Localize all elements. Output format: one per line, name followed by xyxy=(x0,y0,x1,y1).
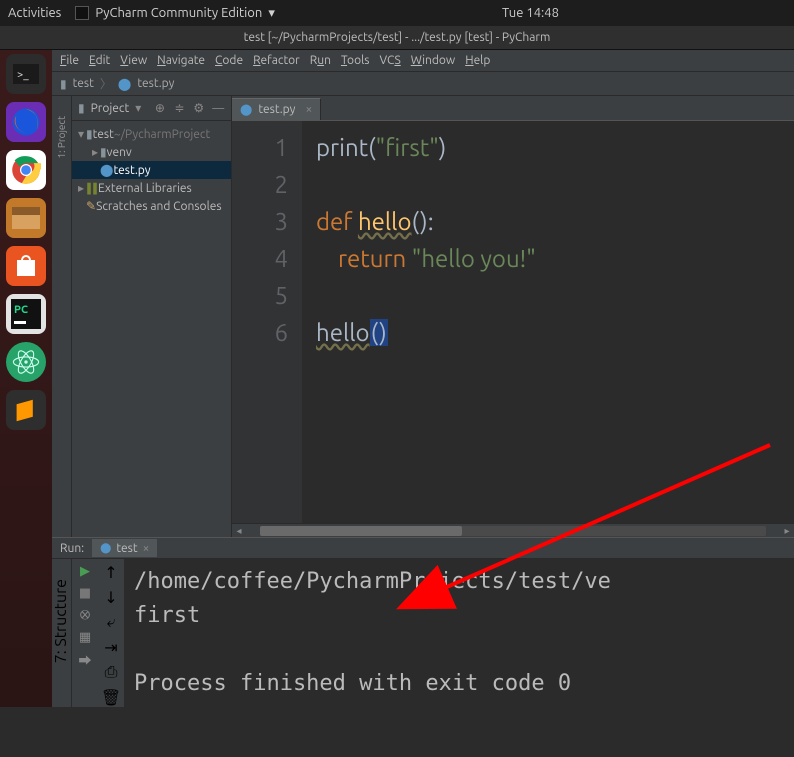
run-tool-window: Run: ⬤ test × 7: Structure ▶ ■ ⭙ ▦ ⮕ ↑ ↓… xyxy=(52,537,794,707)
editor-tabs: ⬤ test.py × xyxy=(232,96,794,121)
up-icon[interactable]: ↑ xyxy=(104,563,117,582)
layout-icon[interactable]: ▦ xyxy=(77,629,93,645)
code-area[interactable]: print("first") def hello(): return "hell… xyxy=(302,121,536,523)
main-menu: File Edit View Navigate Code Refactor Ru… xyxy=(52,50,794,72)
scroll-left-icon[interactable]: ◂ xyxy=(232,525,246,537)
sublime-icon xyxy=(13,397,39,423)
scroll-from-source-icon[interactable]: ⊕ xyxy=(153,101,166,115)
tree-row[interactable]: ▸ ∥∥ External Libraries xyxy=(72,179,231,197)
pycharm-app-icon: PC xyxy=(11,299,41,329)
breadcrumb-project[interactable]: test xyxy=(73,77,94,90)
hide-icon[interactable]: — xyxy=(212,101,225,115)
down-icon[interactable]: ↓ xyxy=(104,588,117,607)
menu-vcs[interactable]: VCS xyxy=(379,54,400,67)
ubuntu-top-panel: Activities PyCharm Community Edition ▾ T… xyxy=(0,0,794,26)
app-menu[interactable]: PyCharm Community Edition ▾ xyxy=(75,6,275,21)
project-tool-button[interactable]: 1: Project xyxy=(56,116,67,159)
menu-run[interactable]: Run xyxy=(310,54,331,67)
firefox-icon xyxy=(11,107,41,137)
editor: ⬤ test.py × 123456 print("first") def he… xyxy=(232,96,794,537)
tree-row[interactable]: ⬤ test.py xyxy=(72,161,231,179)
menu-edit[interactable]: Edit xyxy=(89,54,110,67)
rerun-icon[interactable]: ▶ xyxy=(77,563,93,579)
menu-file[interactable]: File xyxy=(60,54,79,67)
dock-sublime[interactable] xyxy=(6,390,46,430)
dock-software[interactable] xyxy=(6,246,46,286)
run-toolbar-secondary: ↑ ↓ ⤶ ⇥ ⎙ 🗑 xyxy=(98,559,124,707)
line-number-gutter: 123456 xyxy=(232,121,302,523)
folder-icon: ▮ xyxy=(60,77,67,91)
soft-wrap-icon[interactable]: ⤶ xyxy=(107,613,116,632)
editor-h-scrollbar[interactable]: ◂ ▸ xyxy=(232,523,794,537)
scroll-right-icon[interactable]: ▸ xyxy=(780,525,794,537)
exit-icon[interactable]: ⭙ xyxy=(77,607,93,623)
close-tab-icon[interactable]: × xyxy=(305,103,312,116)
menu-window[interactable]: Window xyxy=(411,54,455,67)
atom-icon xyxy=(12,348,40,376)
breadcrumb-separator: 〉 xyxy=(100,75,112,92)
left-tool-stripe: 1: Project xyxy=(52,96,72,537)
clear-icon[interactable]: 🗑 xyxy=(101,688,121,707)
print-icon[interactable]: ⎙ xyxy=(105,663,118,682)
breadcrumb-file[interactable]: test.py xyxy=(137,77,174,90)
scroll-end-icon[interactable]: ⇥ xyxy=(104,638,117,657)
svg-text:PC: PC xyxy=(14,304,28,316)
shopping-bag-icon xyxy=(14,254,38,278)
project-tree[interactable]: ▾ ▮ test ~/PycharmProject▸ ▮ venv ⬤ test… xyxy=(72,121,231,219)
run-console[interactable]: /home/coffee/PycharmProjects/test/ve fir… xyxy=(124,559,794,707)
svg-text:>_: >_ xyxy=(17,69,29,81)
stop-icon[interactable]: ■ xyxy=(77,585,93,601)
editor-tab-testpy[interactable]: ⬤ test.py × xyxy=(232,98,321,120)
dock-firefox[interactable] xyxy=(6,102,46,142)
navigation-bar[interactable]: ▮ test 〉 ⬤ test.py xyxy=(52,72,794,96)
menu-navigate[interactable]: Navigate xyxy=(157,54,205,67)
structure-tool-stripe: 7: Structure xyxy=(52,559,72,707)
chevron-down-icon[interactable]: ▾ xyxy=(135,101,141,115)
project-header: ▮ Project ▾ ⊕ ≑ ⚙ — xyxy=(72,96,231,121)
pin-icon[interactable]: ⮕ xyxy=(77,651,93,667)
close-icon[interactable]: × xyxy=(143,542,150,555)
python-file-icon: ⬤ xyxy=(240,103,252,116)
structure-tool-button[interactable]: 7: Structure xyxy=(52,579,70,663)
python-file-icon: ⬤ xyxy=(118,77,131,91)
python-file-icon: ⬤ xyxy=(100,542,111,554)
project-title: Project xyxy=(91,102,130,115)
pycharm-icon xyxy=(75,6,89,20)
scrollbar-thumb[interactable] xyxy=(260,526,462,536)
run-label: Run: xyxy=(60,542,84,555)
collapse-all-icon[interactable]: ≑ xyxy=(173,101,186,115)
menu-view[interactable]: View xyxy=(120,54,147,67)
menu-refactor[interactable]: Refactor xyxy=(253,54,300,67)
menu-code[interactable]: Code xyxy=(215,54,243,67)
code-editor[interactable]: 123456 print("first") def hello(): retur… xyxy=(232,121,794,523)
dock-chrome[interactable] xyxy=(6,150,46,190)
chrome-icon xyxy=(11,155,41,185)
tree-row[interactable]: ✎ Scratches and Consoles xyxy=(72,197,231,215)
tree-row[interactable]: ▸ ▮ venv xyxy=(72,143,231,161)
menu-tools[interactable]: Tools xyxy=(341,54,370,67)
ubuntu-dock: >_ PC xyxy=(0,50,52,707)
files-icon xyxy=(12,207,40,229)
dock-pycharm[interactable]: PC xyxy=(6,294,46,334)
menu-help[interactable]: Help xyxy=(465,54,490,67)
tree-row[interactable]: ▾ ▮ test ~/PycharmProject xyxy=(72,125,231,143)
terminal-icon: >_ xyxy=(13,64,39,84)
scrollbar-track[interactable] xyxy=(260,526,766,536)
clock[interactable]: Tue 14:48 xyxy=(275,6,786,20)
window-title: test [~/PycharmProjects/test] - .../test… xyxy=(0,26,794,50)
run-config-tab[interactable]: ⬤ test × xyxy=(92,539,157,557)
editor-tab-label: test.py xyxy=(258,103,295,116)
dock-files[interactable] xyxy=(6,198,46,238)
dock-terminal[interactable]: >_ xyxy=(6,54,46,94)
gear-icon[interactable]: ⚙ xyxy=(192,101,205,115)
project-tool-window: ▮ Project ▾ ⊕ ≑ ⚙ — ▾ ▮ test ~/PycharmPr… xyxy=(72,96,232,537)
dock-atom[interactable] xyxy=(6,342,46,382)
activities-button[interactable]: Activities xyxy=(8,6,61,20)
run-toolbar-primary: ▶ ■ ⭙ ▦ ⮕ xyxy=(72,559,98,707)
project-view-icon: ▮ xyxy=(78,101,85,115)
